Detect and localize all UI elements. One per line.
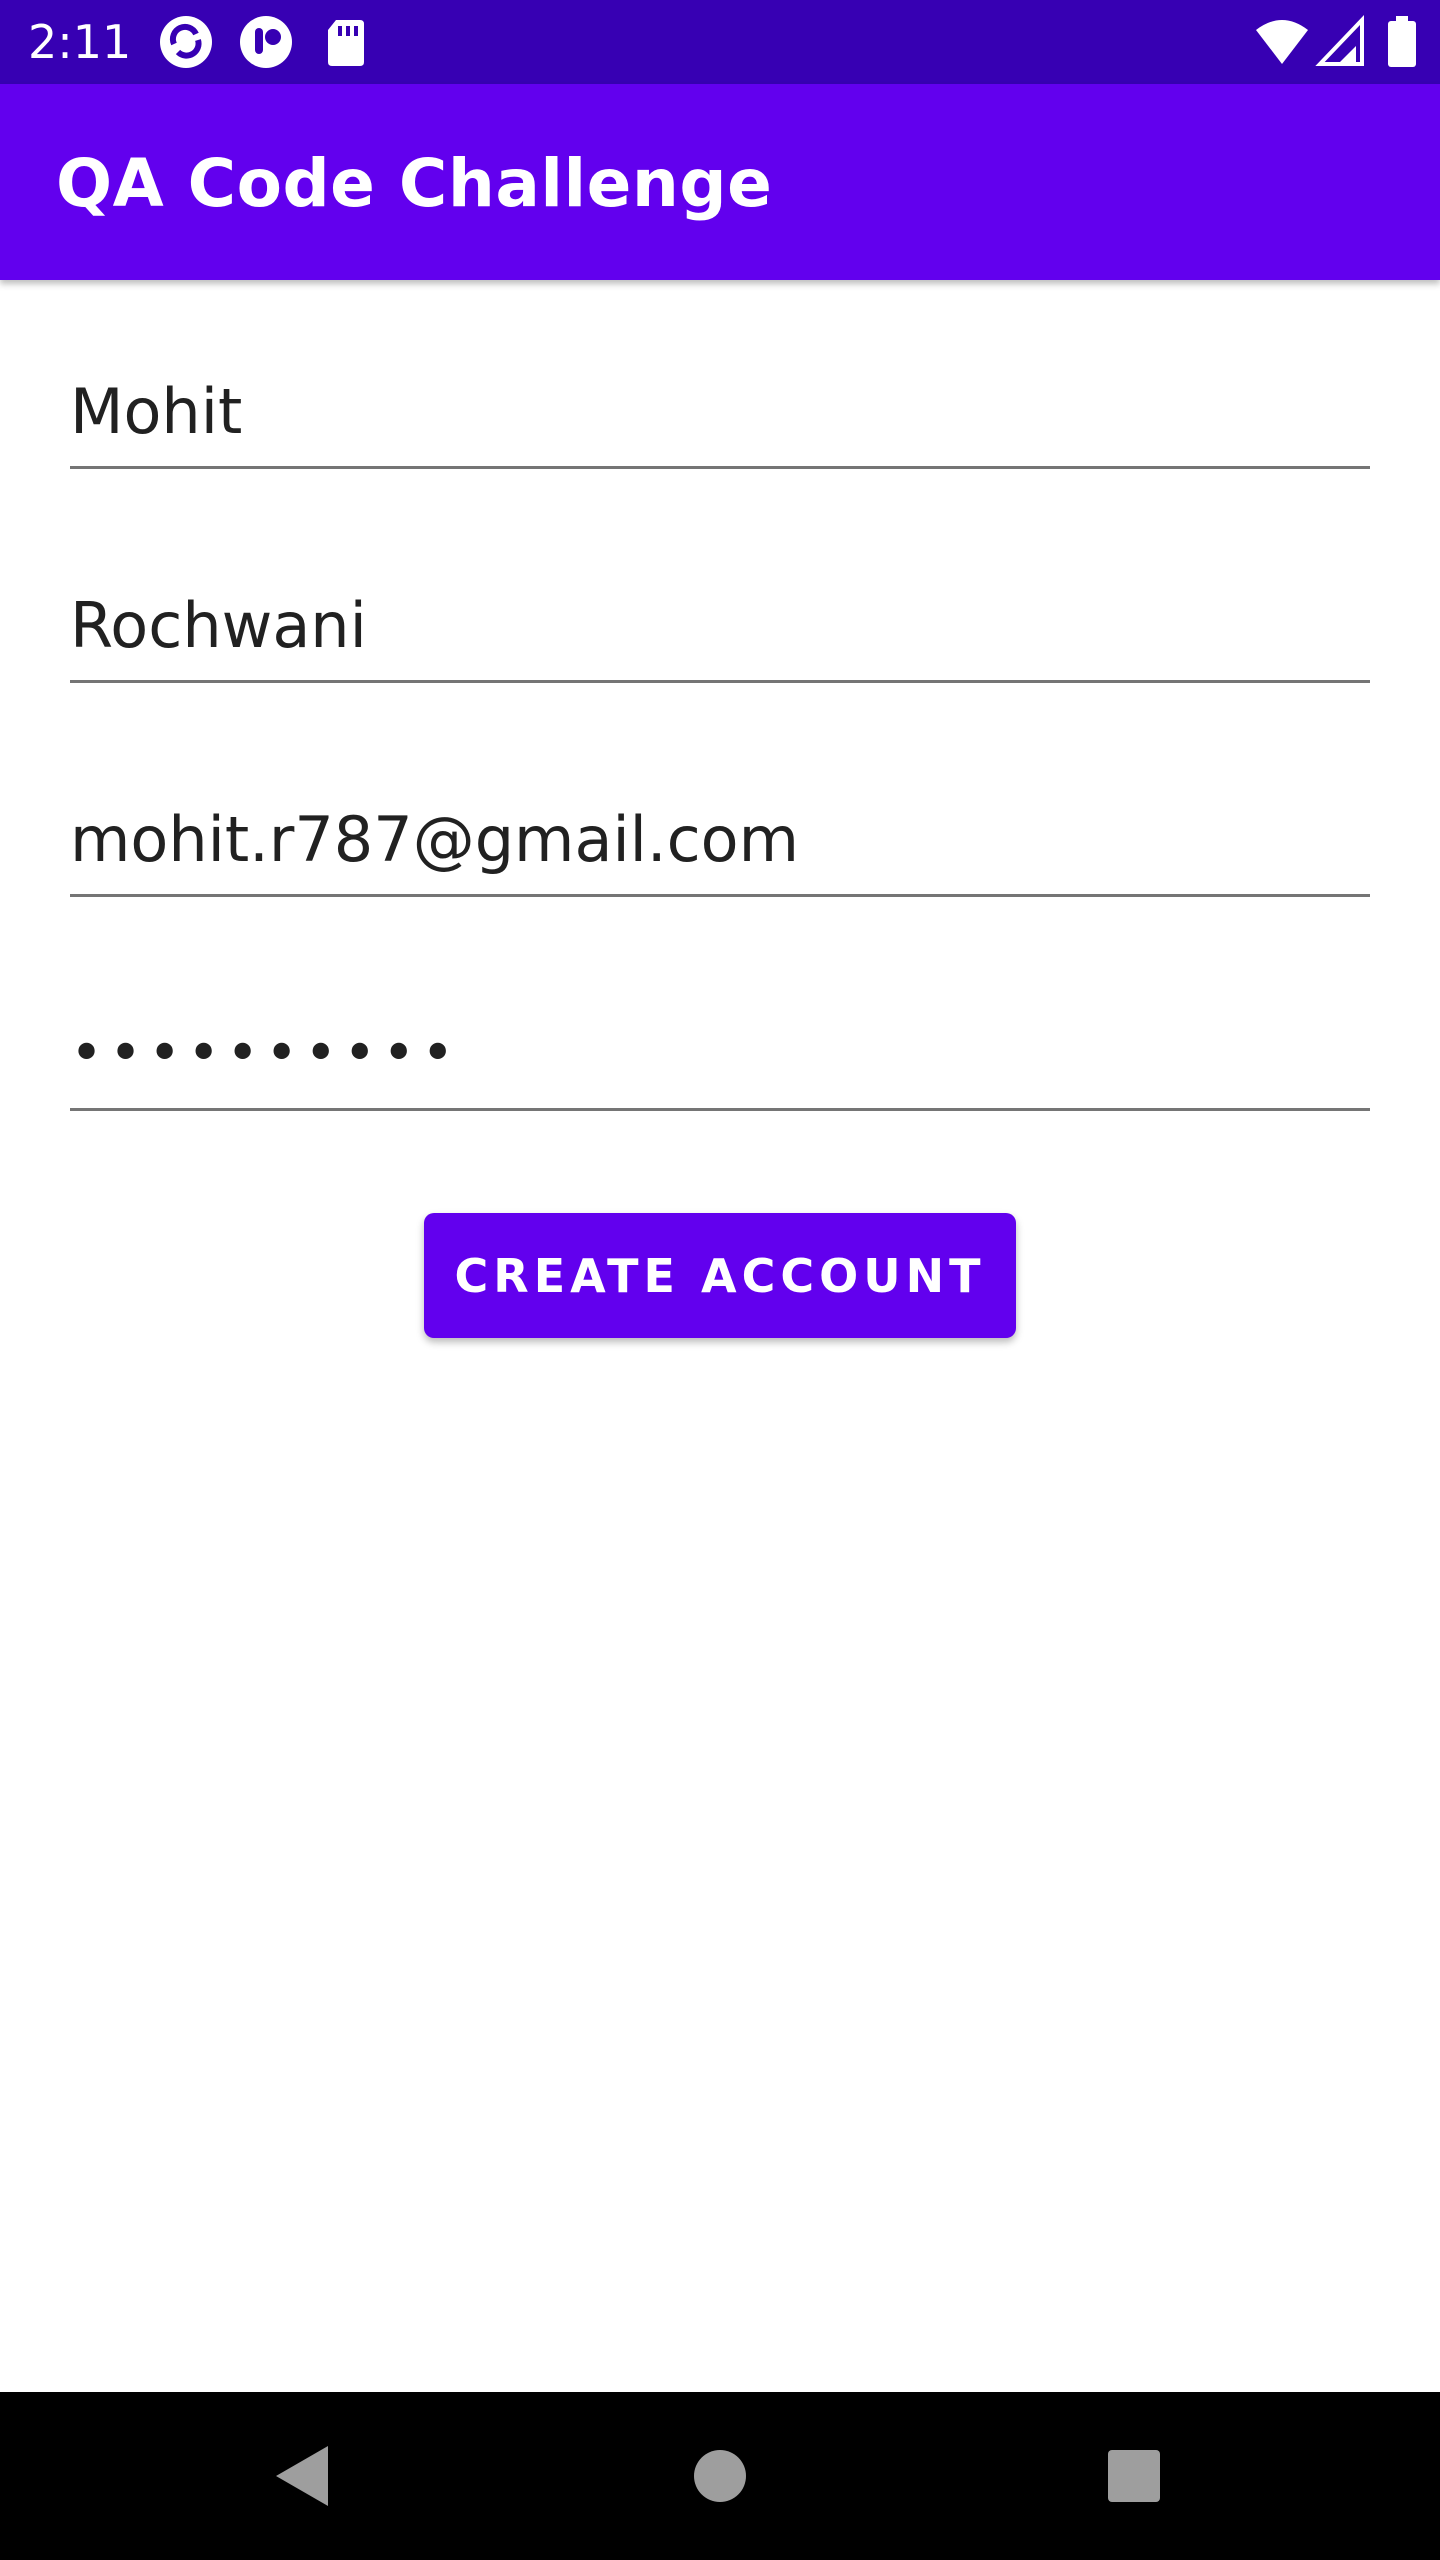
sync-app-icon — [158, 14, 214, 70]
cell-signal-icon — [1314, 14, 1370, 70]
status-time: 2:11 — [28, 15, 132, 69]
email-value: mohit.r787@gmail.com — [70, 803, 800, 876]
back-icon[interactable] — [262, 2436, 342, 2516]
create-account-label: CREATE ACCOUNT — [454, 1248, 986, 1303]
create-account-button[interactable]: CREATE ACCOUNT — [424, 1213, 1016, 1338]
last-name-field[interactable]: Rochwani — [70, 580, 1370, 683]
navigation-bar — [0, 2392, 1440, 2560]
app-title: QA Code Challenge — [56, 145, 773, 222]
status-bar: 2:11 — [0, 0, 1440, 84]
password-field[interactable]: •••••••••• — [70, 1008, 1370, 1111]
notification-app-icon — [238, 14, 294, 70]
battery-icon — [1374, 14, 1430, 70]
first-name-field[interactable]: Mohit — [70, 366, 1370, 469]
first-name-value: Mohit — [70, 375, 243, 448]
recents-icon[interactable] — [1094, 2436, 1174, 2516]
app-bar: QA Code Challenge — [0, 84, 1440, 280]
password-value: •••••••••• — [70, 1021, 461, 1086]
home-icon[interactable] — [680, 2436, 760, 2516]
wifi-icon — [1254, 14, 1310, 70]
sd-card-icon — [318, 14, 374, 70]
last-name-value: Rochwani — [70, 589, 367, 662]
email-field[interactable]: mohit.r787@gmail.com — [70, 794, 1370, 897]
